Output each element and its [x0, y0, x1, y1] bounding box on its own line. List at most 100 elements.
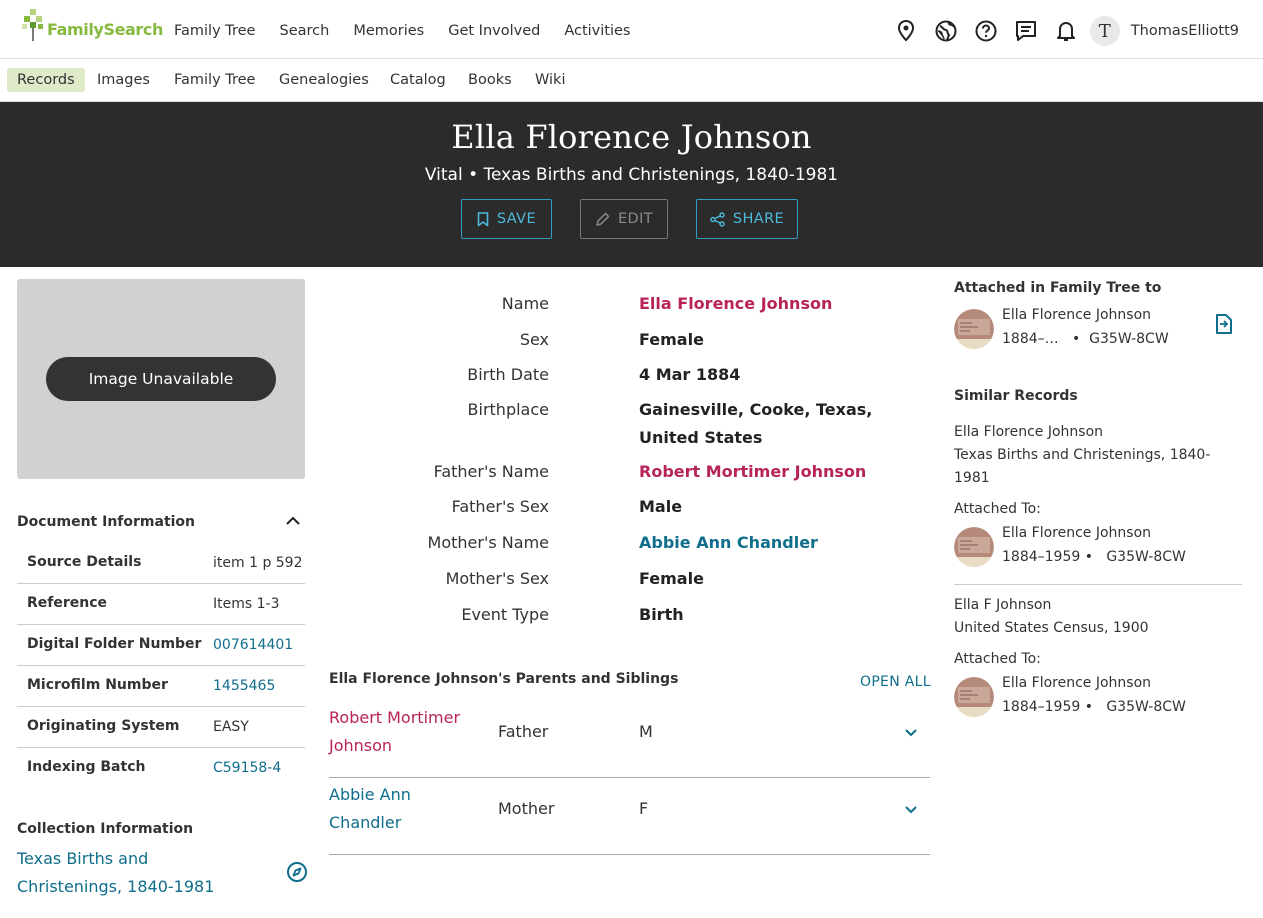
compass-icon[interactable] [286, 861, 308, 883]
avatar[interactable]: T [1089, 16, 1120, 46]
divider [954, 584, 1242, 585]
help-icon[interactable] [966, 17, 1006, 45]
record-image-placeholder: Image Unavailable [17, 279, 305, 479]
bell-icon[interactable] [1046, 17, 1086, 45]
subnav-books[interactable]: Books [458, 68, 522, 92]
share-icon [710, 211, 725, 227]
collection-link[interactable]: Texas Births and Christenings, 1840-1981 [17, 845, 247, 901]
menu-activities[interactable]: Activities [564, 23, 630, 39]
chevron-up-icon[interactable] [284, 514, 302, 528]
subnav-catalog[interactable]: Catalog [380, 68, 456, 92]
relative-name-link[interactable]: Abbie Ann Chandler [329, 781, 479, 837]
subnav-records[interactable]: Records [7, 68, 85, 92]
mother-name-link[interactable]: Abbie Ann Chandler [639, 529, 889, 557]
save-button[interactable]: SAVE [461, 199, 552, 239]
document-info-heading: Document Information [17, 514, 196, 530]
doc-key: Originating System [27, 718, 180, 734]
fact-value: Female [639, 330, 704, 349]
subnav-wiki[interactable]: Wiki [525, 68, 575, 92]
similar-record-name[interactable]: Ella F Johnson [954, 594, 1242, 617]
menu-search[interactable]: Search [279, 23, 329, 39]
doc-key: Digital Folder Number [27, 636, 202, 652]
username[interactable]: ThomasElliott9 [1131, 23, 1239, 39]
attached-to-label: Attached To: [954, 501, 1041, 517]
similar-person-dates: 1884–1959 • G35W-8CW [1002, 699, 1186, 715]
chevron-down-icon[interactable] [903, 727, 919, 739]
record-subtitle: Vital • Texas Births and Christenings, 1… [424, 165, 839, 185]
person-id: G35W-8CW [1089, 331, 1169, 347]
attach-record-icon[interactable] [1214, 313, 1234, 335]
person-dates: 1884–… [1002, 331, 1059, 347]
principal-name-link[interactable]: Ella Florence Johnson [639, 290, 889, 318]
attached-heading: Attached in Family Tree to [954, 280, 1162, 296]
similar-person-card[interactable]: Ella Florence Johnson 1884–1959 • G35W-8… [954, 675, 1242, 719]
attached-person-card[interactable]: Ella Florence Johnson 1884–… • G35W-8CW [954, 307, 1242, 351]
edit-button[interactable]: EDIT [580, 199, 668, 239]
globe-icon[interactable] [926, 17, 966, 45]
similar-record-collection: United States Census, 1900 [954, 620, 1149, 636]
doc-key: Microfilm Number [27, 677, 168, 693]
location-pin-icon[interactable] [886, 17, 926, 45]
doc-row: Indexing Batch C59158-4 [17, 748, 305, 789]
similar-person-card[interactable]: Ella Florence Johnson 1884–1959 • G35W-8… [954, 525, 1242, 569]
logo-text: FamilySearch [47, 20, 163, 39]
open-all-button[interactable]: OPEN ALL [860, 674, 931, 690]
fact-value: Male [639, 497, 683, 516]
fact-value: 4 Mar 1884 [639, 365, 741, 384]
relative-sex: F [639, 799, 649, 818]
relative-name-link[interactable]: Robert Mortimer Johnson [329, 704, 479, 760]
father-name-link[interactable]: Robert Mortimer Johnson [639, 458, 889, 486]
collection-info-heading: Collection Information [17, 821, 194, 837]
person-id: G35W-8CW [1106, 699, 1186, 715]
familysearch-logo[interactable]: FamilySearch [22, 9, 163, 41]
fact-label: Birthplace [467, 400, 549, 419]
doc-row: Source Details item 1 p 592 [17, 543, 305, 584]
fact-label: Father's Sex [451, 497, 549, 516]
subnav-genealogies[interactable]: Genealogies [269, 68, 379, 92]
menu-get-involved[interactable]: Get Involved [448, 23, 540, 39]
similar-record: Ella F Johnson United States Census, 190… [954, 594, 1242, 640]
doc-key: Source Details [27, 554, 142, 570]
save-label: SAVE [496, 211, 537, 227]
person-id: G35W-8CW [1106, 549, 1186, 565]
tree-logo-icon [22, 9, 43, 41]
menu-family-tree[interactable]: Family Tree [174, 23, 255, 39]
menu-memories[interactable]: Memories [353, 23, 424, 39]
doc-value: Items 1-3 [213, 596, 280, 612]
fact-label: Mother's Name [427, 533, 549, 552]
relative-relation: Mother [498, 799, 555, 818]
similar-record-name[interactable]: Ella Florence Johnson [954, 421, 1242, 444]
doc-value: item 1 p 592 [213, 555, 303, 571]
subnav-family-tree[interactable]: Family Tree [164, 68, 265, 92]
fact-label: Birth Date [467, 365, 549, 384]
share-label: SHARE [732, 211, 785, 227]
chevron-down-icon[interactable] [903, 804, 919, 816]
fact-label: Name [501, 294, 549, 313]
digital-folder-link[interactable]: 007614401 [213, 637, 293, 653]
similar-record: Ella Florence Johnson Texas Births and C… [954, 421, 1242, 490]
microfilm-link[interactable]: 1455465 [213, 678, 275, 694]
relative-relation: Father [498, 722, 549, 741]
indexing-batch-link[interactable]: C59158-4 [213, 760, 281, 776]
doc-row: Originating System EASY [17, 707, 305, 748]
subnav-images[interactable]: Images [87, 68, 160, 92]
utility-bar: T ThomasElliott9 [886, 16, 1239, 46]
relative-sex: M [639, 722, 653, 741]
page-title: Ella Florence Johnson [451, 118, 812, 156]
doc-row: Reference Items 1-3 [17, 584, 305, 625]
person-dates: 1884–1959 [1002, 699, 1081, 715]
messages-icon[interactable] [1006, 17, 1046, 45]
doc-row: Digital Folder Number 007614401 [17, 625, 305, 666]
top-navigation: FamilySearch Family Tree Search Memories… [0, 0, 1263, 59]
fact-label: Sex [519, 330, 549, 349]
fact-label: Event Type [461, 605, 549, 624]
attached-person-name: Ella Florence Johnson [1002, 307, 1152, 323]
fact-value: Gainesville, Cooke, Texas, United States [639, 400, 873, 447]
similar-person-name: Ella Florence Johnson [1002, 675, 1152, 691]
doc-row: Microfilm Number 1455465 [17, 666, 305, 707]
records-subnav: Records Images Family Tree Genealogies C… [0, 60, 1263, 102]
fact-label: Father's Name [433, 462, 549, 481]
pencil-icon [596, 212, 610, 226]
share-button[interactable]: SHARE [696, 199, 798, 239]
relative-row: Abbie Ann Chandler Mother F [329, 778, 930, 855]
